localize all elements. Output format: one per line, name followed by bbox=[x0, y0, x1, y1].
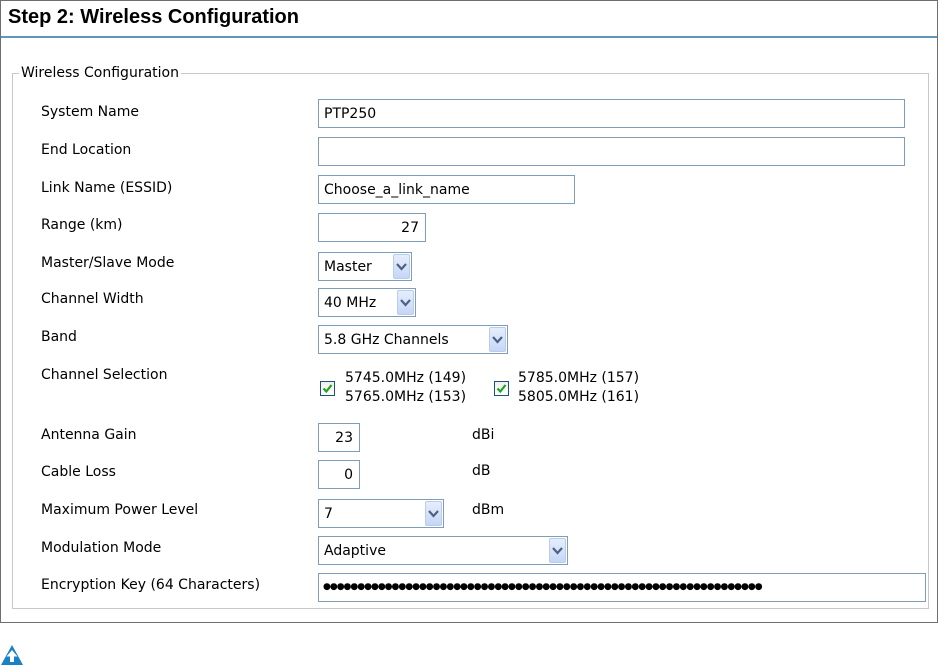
check-icon bbox=[496, 384, 507, 394]
end-location-label: End Location bbox=[41, 142, 132, 158]
modulation-mode-label: Modulation Mode bbox=[41, 540, 162, 556]
band-value: 5.8 GHz Channels bbox=[324, 332, 449, 348]
arrow-up-icon[interactable] bbox=[0, 644, 24, 670]
cable-loss-input[interactable]: 0 bbox=[318, 460, 360, 489]
channel-width-label: Channel Width bbox=[41, 291, 144, 307]
chevron-down-icon[interactable] bbox=[489, 327, 506, 352]
antenna-gain-unit: dBi bbox=[472, 427, 495, 443]
max-power-level-label: Maximum Power Level bbox=[41, 502, 199, 518]
antenna-gain-label: Antenna Gain bbox=[41, 427, 137, 443]
channel-157-label: 5785.0MHz (157) bbox=[518, 370, 640, 386]
cable-loss-label: Cable Loss bbox=[41, 464, 116, 480]
system-name-label: System Name bbox=[41, 104, 139, 120]
antenna-gain-input[interactable]: 23 bbox=[318, 423, 360, 452]
channel-149-label: 5745.0MHz (149) bbox=[345, 370, 467, 386]
channel-153-label: 5765.0MHz (153) bbox=[345, 389, 467, 405]
link-name-label: Link Name (ESSID) bbox=[41, 180, 173, 196]
chevron-down-icon[interactable] bbox=[549, 538, 566, 563]
band-label: Band bbox=[41, 329, 77, 345]
encryption-key-input[interactable]: ●●●●●●●●●●●●●●●●●●●●●●●●●●●●●●●●●●●●●●●●… bbox=[318, 573, 926, 602]
channel-161-label: 5805.0MHz (161) bbox=[518, 389, 640, 405]
system-name-input[interactable]: PTP250 bbox=[318, 99, 905, 128]
master-slave-mode-value: Master bbox=[324, 259, 372, 275]
modulation-mode-select[interactable]: Adaptive bbox=[318, 536, 568, 565]
master-slave-mode-label: Master/Slave Mode bbox=[41, 255, 175, 271]
master-slave-mode-select[interactable]: Master bbox=[318, 252, 412, 281]
max-power-level-unit: dBm bbox=[472, 502, 505, 518]
channel-157-161-checkbox[interactable] bbox=[494, 381, 509, 396]
encryption-key-label: Encryption Key (64 Characters) bbox=[41, 577, 261, 593]
band-select[interactable]: 5.8 GHz Channels bbox=[318, 325, 508, 354]
page-title: Step 2: Wireless Configuration bbox=[8, 6, 299, 28]
max-power-level-value: 7 bbox=[324, 506, 333, 522]
chevron-down-icon[interactable] bbox=[397, 290, 414, 315]
cable-loss-unit: dB bbox=[472, 463, 491, 479]
max-power-level-select[interactable]: 7 bbox=[318, 499, 444, 528]
channel-selection-label: Channel Selection bbox=[41, 367, 168, 383]
end-location-input[interactable] bbox=[318, 137, 905, 166]
channel-width-select[interactable]: 40 MHz bbox=[318, 288, 416, 317]
modulation-mode-value: Adaptive bbox=[324, 543, 386, 559]
channel-width-value: 40 MHz bbox=[324, 295, 377, 311]
channel-149-153-checkbox[interactable] bbox=[320, 381, 335, 396]
check-icon bbox=[322, 384, 333, 394]
range-label: Range (km) bbox=[41, 217, 123, 233]
chevron-down-icon[interactable] bbox=[425, 501, 442, 526]
range-input[interactable]: 27 bbox=[318, 213, 426, 242]
link-name-input[interactable]: Choose_a_link_name bbox=[318, 175, 575, 204]
panel-header: Step 2: Wireless Configuration bbox=[1, 1, 937, 38]
chevron-down-icon[interactable] bbox=[393, 254, 410, 279]
fieldset-legend: Wireless Configuration bbox=[19, 65, 181, 81]
